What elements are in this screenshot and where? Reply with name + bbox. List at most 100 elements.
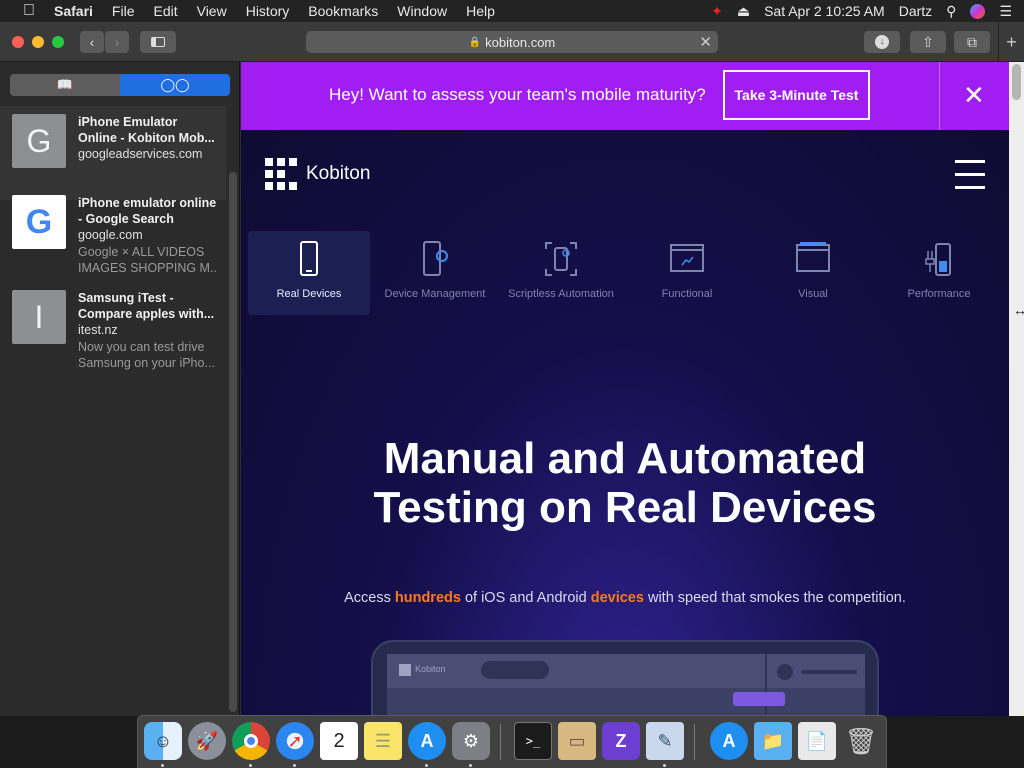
app-store-folder-icon[interactable]: A: [710, 722, 748, 760]
plus-icon: +: [1006, 31, 1017, 52]
hero-headline: Manual and Automated Testing on Real Dev…: [241, 434, 1009, 532]
tab-overview-button[interactable]: ⧉: [954, 31, 990, 53]
item-host: itest.nz: [78, 323, 118, 337]
terminal-icon[interactable]: >_: [514, 722, 552, 760]
menu-app-name[interactable]: Safari: [54, 3, 93, 19]
archive-utility-icon[interactable]: ▭: [558, 722, 596, 760]
close-window-button[interactable]: [12, 36, 24, 48]
glasses-icon: ◯◯: [160, 77, 190, 92]
back-button[interactable]: ‹: [80, 31, 104, 53]
item-title: iPhone Emulator Online - Kobiton Mob...: [78, 115, 215, 145]
running-indicator: [249, 764, 252, 767]
menu-bookmarks[interactable]: Bookmarks: [308, 3, 378, 19]
menu-help[interactable]: Help: [466, 3, 495, 19]
reading-list-item[interactable]: I Samsung iTest - Compare apples with...…: [0, 282, 226, 376]
running-indicator: [663, 764, 666, 767]
item-desc-line-1: Now you can test drive: [78, 340, 205, 354]
minimize-window-button[interactable]: [32, 36, 44, 48]
feature-tab-scriptless-automation[interactable]: Scriptless Automation: [500, 231, 622, 315]
menu-view[interactable]: View: [197, 3, 227, 19]
scrollbar-thumb[interactable]: [1012, 64, 1021, 100]
bookmarks-tab[interactable]: 📖: [10, 74, 120, 96]
feature-tab-visual[interactable]: Visual: [752, 231, 874, 315]
running-indicator: [469, 764, 472, 767]
share-button[interactable]: ⇧: [910, 31, 946, 53]
zoom-window-button[interactable]: [52, 36, 64, 48]
reading-list-tab[interactable]: ◯◯: [120, 74, 230, 96]
eject-icon[interactable]: ⏏: [737, 3, 750, 20]
scan-device-icon: [545, 242, 577, 276]
document-stack-icon[interactable]: 📄: [798, 722, 836, 760]
feature-label: Visual: [798, 288, 828, 300]
zeplin-icon[interactable]: Z: [602, 722, 640, 760]
sub-text-2: of iOS and Android: [460, 590, 591, 606]
mockup-search-pill: [481, 661, 549, 679]
kobiton-mark-icon: [265, 158, 297, 190]
hamburger-menu-icon[interactable]: [955, 160, 985, 190]
thumbnail-letter: G: [12, 114, 66, 168]
notification-center-icon[interactable]: ☰: [999, 3, 1012, 20]
sidebar-scrollbar[interactable]: [229, 172, 237, 712]
chrome-icon[interactable]: [232, 722, 270, 760]
feature-tab-real-devices[interactable]: Real Devices: [248, 231, 370, 315]
reading-list-item[interactable]: G iPhone emulator online - Google Search…: [0, 187, 226, 281]
promo-divider: [939, 62, 940, 130]
web-content: Hey! Want to assess your team's mobile m…: [241, 62, 1009, 716]
menu-file[interactable]: File: [112, 3, 135, 19]
download-arrow-icon: ↓: [875, 35, 889, 49]
spotlight-search-icon[interactable]: ⚲: [946, 3, 956, 20]
launchpad-icon[interactable]: 🚀: [188, 722, 226, 760]
brand-name: Kobiton: [306, 163, 371, 184]
address-bar[interactable]: 🔒 kobiton.com ✕: [306, 31, 718, 53]
take-test-button[interactable]: Take 3-Minute Test: [723, 70, 870, 120]
google-logo-letter: G: [25, 202, 53, 241]
item-host: googleadservices.com: [78, 147, 203, 161]
share-icon: ⇧: [922, 33, 934, 50]
trash-icon[interactable]: 🗑: [842, 722, 880, 760]
feature-label: Device Management: [384, 288, 486, 300]
downloads-folder-icon[interactable]: 📁: [754, 722, 792, 760]
app-store-icon[interactable]: A: [408, 722, 446, 760]
mockup-brand: Kobiton: [415, 664, 446, 674]
menu-window[interactable]: Window: [397, 3, 447, 19]
feature-label: Scriptless Automation: [508, 288, 614, 300]
apple-menu-icon[interactable]: : [20, 2, 38, 20]
siri-icon[interactable]: [970, 3, 986, 19]
user-name[interactable]: Dartz: [899, 3, 932, 19]
kobiton-logo[interactable]: Kobiton: [265, 158, 370, 190]
page-scrollbar[interactable]: [1009, 62, 1024, 716]
feature-tab-device-management[interactable]: Device Management: [374, 231, 496, 315]
resize-cursor-icon: ↔: [1013, 302, 1024, 318]
running-indicator: [161, 764, 164, 767]
stop-loading-icon[interactable]: ✕: [699, 33, 712, 51]
menu-history[interactable]: History: [246, 3, 290, 19]
new-tab-button[interactable]: +: [998, 22, 1024, 62]
downloads-button[interactable]: ↓: [864, 31, 900, 53]
battery-plug-icon: [925, 243, 951, 276]
book-icon: 📖: [56, 77, 74, 92]
dartz-status-icon[interactable]: ✦: [711, 3, 723, 20]
system-preferences-icon[interactable]: ⚙: [452, 722, 490, 760]
device-preview-mockup: Kobiton: [371, 640, 879, 716]
item-desc-line-1: Google × ALL VIDEOS: [78, 245, 205, 259]
sidebar-toggle-button[interactable]: [140, 31, 176, 53]
close-icon[interactable]: ✕: [963, 80, 985, 111]
address-text: kobiton.com: [485, 34, 556, 50]
preview-icon[interactable]: ✎: [646, 722, 684, 760]
forward-button[interactable]: ›: [105, 31, 129, 53]
chevron-left-icon: ‹: [89, 34, 95, 50]
finder-icon[interactable]: ☺: [144, 722, 182, 760]
calendar-icon[interactable]: 2: [320, 722, 358, 760]
feature-label: Functional: [661, 288, 713, 300]
reading-list-item[interactable]: G iPhone Emulator Online - Kobiton Mob..…: [0, 106, 226, 200]
dock-separator: [694, 724, 695, 760]
feature-tab-performance[interactable]: Performance: [878, 231, 1000, 315]
safari-icon[interactable]: ➚: [276, 722, 314, 760]
browser-window-icon: [796, 242, 830, 272]
clock[interactable]: Sat Apr 2 10:25 AM: [764, 3, 885, 19]
item-title: Samsung iTest - Compare apples with...: [78, 291, 215, 321]
menu-edit[interactable]: Edit: [153, 3, 177, 19]
feature-tab-functional[interactable]: Functional: [626, 231, 748, 315]
safari-window: ‹ › 🔒 kobiton.com ✕ ↓ ⇧ ⧉ + 📖 ◯◯ G iPhon…: [0, 22, 1024, 716]
notes-icon[interactable]: ☰: [364, 722, 402, 760]
